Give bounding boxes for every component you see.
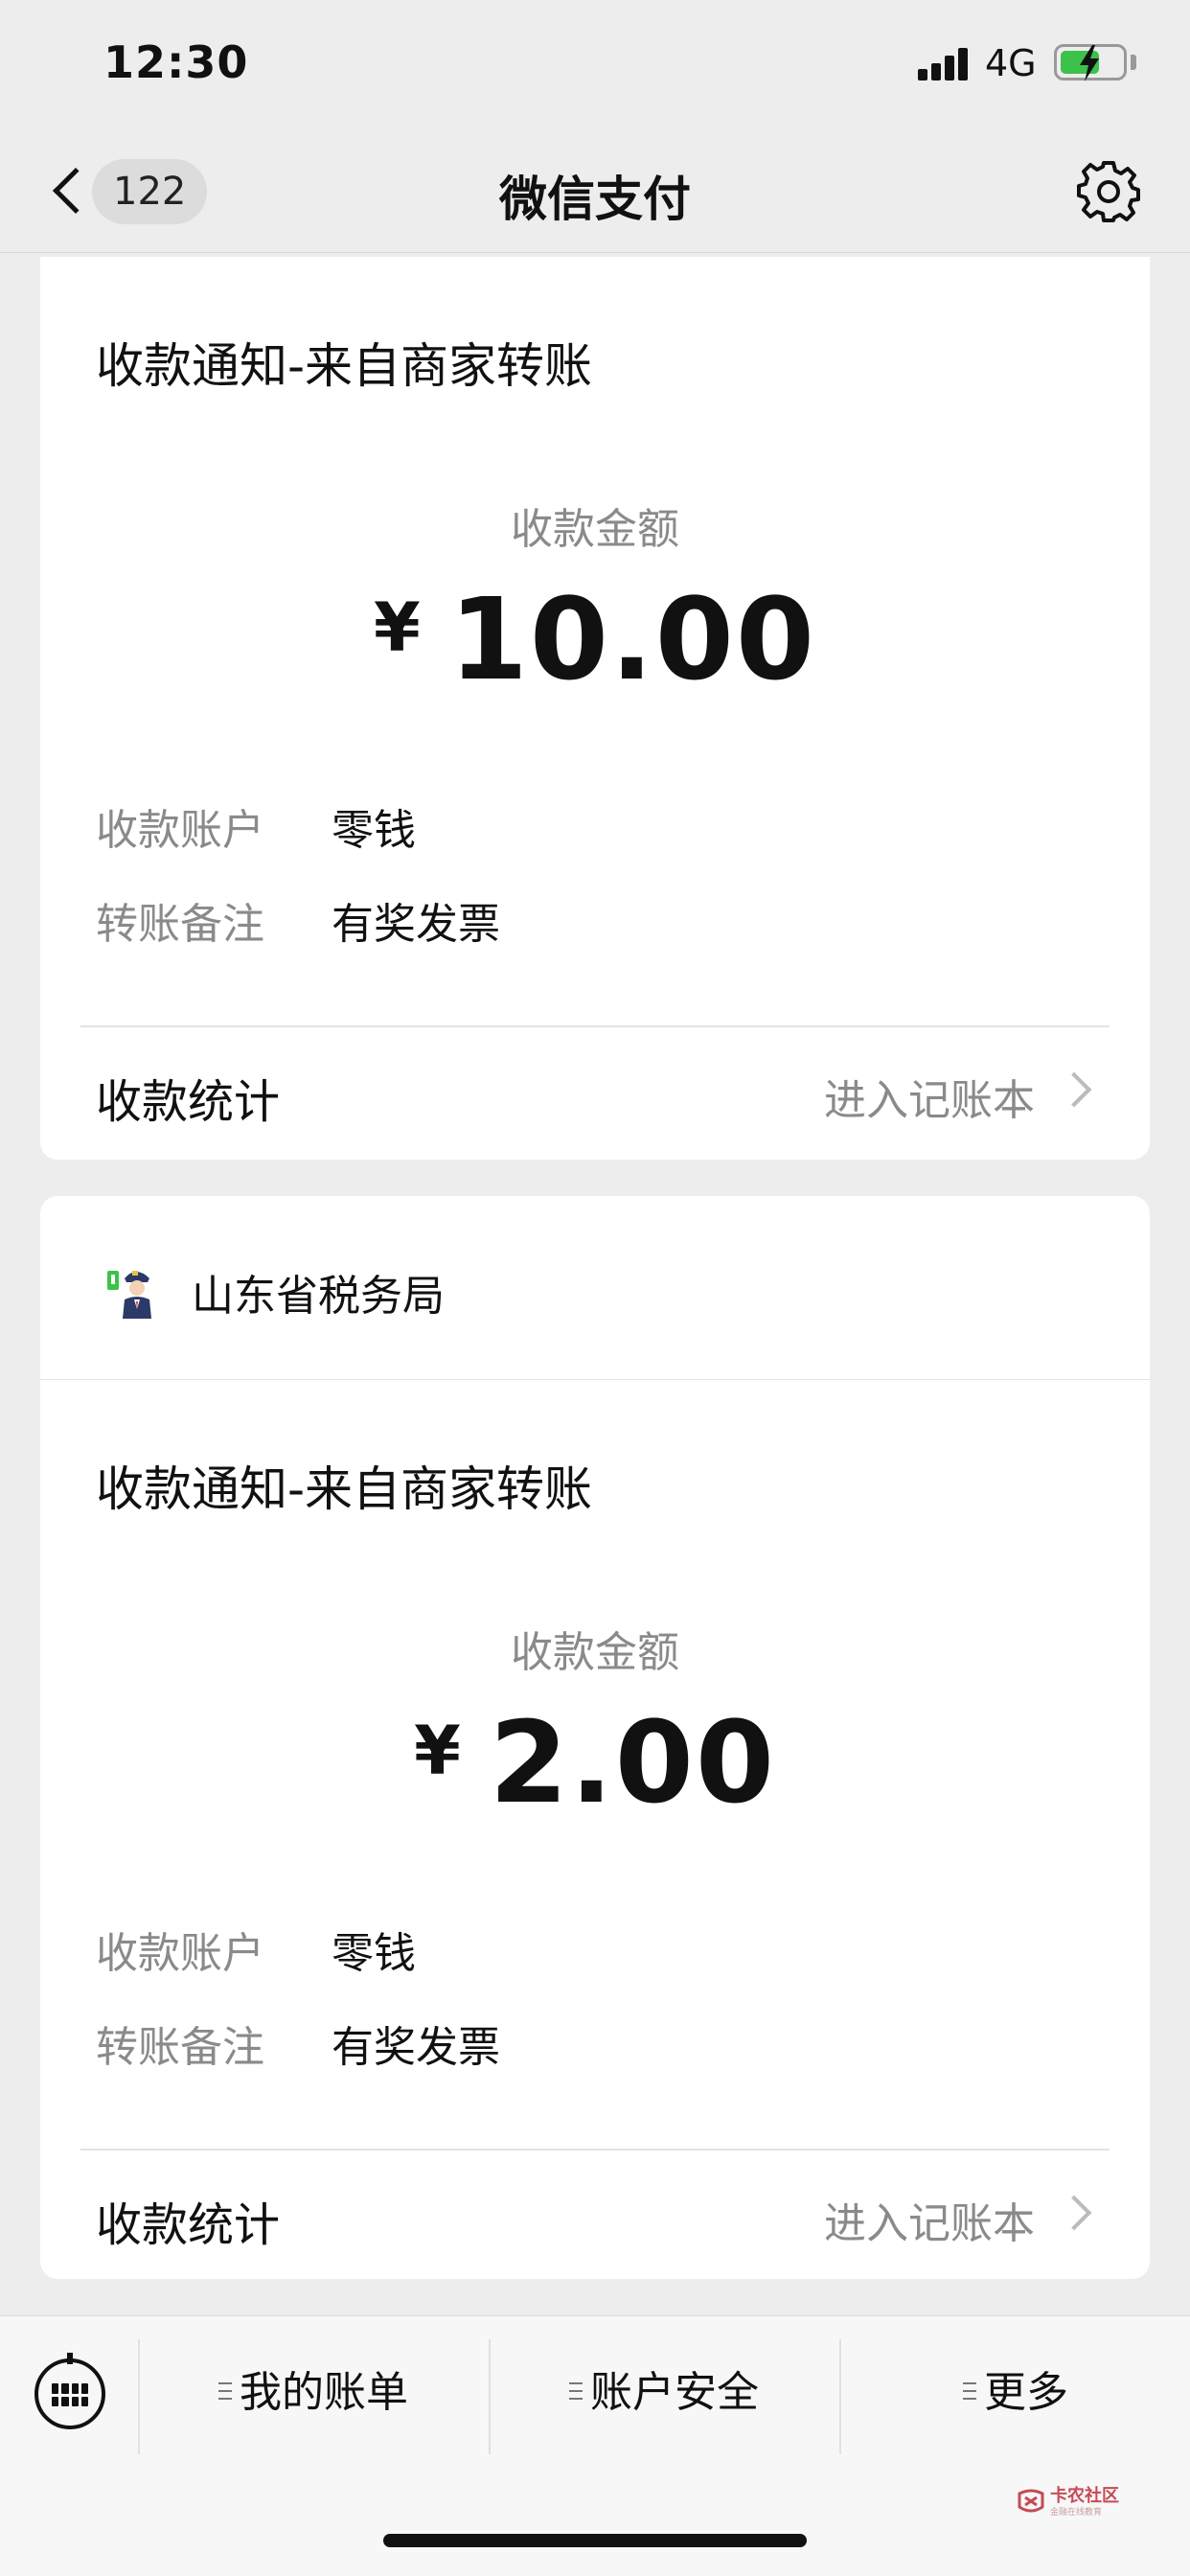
keyboard-icon[interactable]: [34, 2353, 105, 2429]
memo-label: 转账备注: [96, 2023, 264, 2072]
notice-title: 收款通知-来自商家转账: [96, 1461, 593, 1517]
gear-icon[interactable]: [1077, 159, 1140, 222]
stats-row[interactable]: 收款统计 进入记账本: [40, 1027, 1150, 1158]
amount-display: ¥10.00: [40, 573, 1150, 705]
currency-symbol: ¥: [414, 1712, 461, 1790]
payment-notice-card[interactable]: 山东省税务局 收款通知-来自商家转账 收款金额 ¥2.00 收款账户 零钱 转账…: [40, 1196, 1150, 2279]
memo-value: 有奖发票: [332, 2023, 500, 2072]
stats-row[interactable]: 收款统计 进入记账本: [40, 2150, 1150, 2281]
tax-officer-avatar-icon: [103, 1259, 165, 1321]
amount-value: 2.00: [489, 1696, 776, 1828]
watermark-subtext: 金融在线教育: [1050, 2508, 1103, 2518]
menu-item-label: 更多: [984, 2368, 1068, 2417]
memo-label: 转账备注: [96, 900, 264, 949]
account-value: 零钱: [332, 1929, 416, 1978]
merchant-name: 山东省税务局: [192, 1272, 445, 1321]
nav-bar: 122 微信支付: [0, 126, 1190, 253]
menu-item-more[interactable]: 更多: [841, 2345, 1190, 2441]
ledger-link[interactable]: 进入记账本: [824, 2189, 1035, 2250]
menu-lines-icon: [963, 2382, 976, 2400]
menu-lines-icon: [569, 2382, 583, 2400]
signal-icon: [918, 48, 970, 80]
account-value: 零钱: [332, 806, 416, 855]
stats-label: 收款统计: [96, 2198, 281, 2252]
stats-label: 收款统计: [96, 1075, 281, 1129]
account-label: 收款账户: [96, 806, 264, 855]
merchant-header[interactable]: 山东省税务局: [40, 1196, 1150, 1380]
menu-item-label: 账户安全: [590, 2368, 759, 2417]
memo-value: 有奖发票: [332, 900, 500, 949]
home-indicator[interactable]: [383, 2534, 807, 2547]
notice-title: 收款通知-来自商家转账: [96, 338, 593, 394]
amount-label: 收款金额: [511, 505, 679, 554]
menu-item-label: 我的账单: [240, 2368, 408, 2417]
amount-value: 10.00: [448, 573, 816, 705]
menu-item-account-security[interactable]: 账户安全: [491, 2345, 837, 2441]
amount-label: 收款金额: [511, 1628, 679, 1677]
ledger-link[interactable]: 进入记账本: [824, 1066, 1035, 1127]
chevron-right-icon: [1056, 2195, 1092, 2231]
network-type: 4G: [985, 42, 1037, 84]
account-label: 收款账户: [96, 1929, 264, 1978]
watermark-text: 卡农社区: [1050, 2486, 1119, 2506]
battery-icon: [1054, 44, 1127, 81]
status-bar: 12:30 4G: [0, 0, 1190, 126]
status-time: 12:30: [103, 36, 249, 88]
payment-notice-card[interactable]: 收款通知-来自商家转账 收款金额 ¥10.00 收款账户 零钱 转账备注 有奖发…: [40, 257, 1150, 1160]
battery-tip: [1131, 55, 1136, 70]
currency-symbol: ¥: [374, 588, 421, 667]
watermark-mark-icon: [1018, 2489, 1044, 2513]
amount-display: ¥2.00: [40, 1696, 1150, 1828]
menu-lines-icon: [218, 2382, 232, 2400]
menu-item-my-bills[interactable]: 我的账单: [140, 2345, 487, 2441]
page-title: 微信支付: [499, 172, 691, 227]
chevron-right-icon: [1056, 1071, 1092, 1108]
watermark-logo: 卡农社区 金融在线教育: [1016, 2482, 1140, 2522]
